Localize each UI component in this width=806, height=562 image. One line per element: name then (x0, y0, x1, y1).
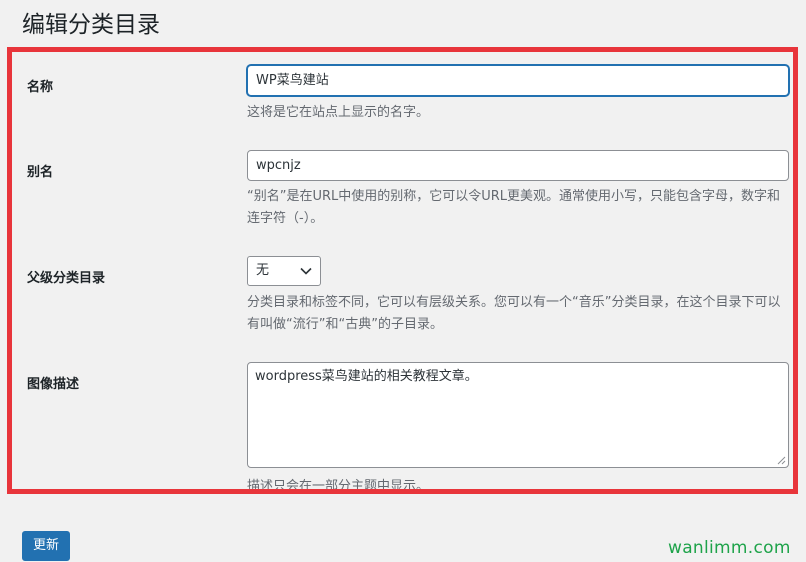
name-field-wrap: WP菜鸟建站 (247, 65, 789, 96)
name-input[interactable]: WP菜鸟建站 (247, 65, 789, 96)
parent-field-wrap: 无 (247, 256, 321, 286)
parent-description: 分类目录和标签不同，它可以有层级关系。您可以有一个“音乐”分类目录，在这个目录下… (247, 295, 781, 332)
slug-description: “别名”是在URL中使用的别称，它可以令URL更美观。通常使用小写，只能包含字母… (247, 189, 781, 226)
highlight-box: 名称 WP菜鸟建站 这将是它在站点上显示的名字。 别名 wpcnjz “别名”是… (7, 47, 798, 494)
name-description: 这将是它在站点上显示的名字。 (247, 105, 430, 120)
description-help: 描述只会在一部分主题中显示。 (247, 479, 430, 494)
resize-grip-icon[interactable] (777, 456, 786, 465)
description-field-wrap: wordpress菜鸟建站的相关教程文章。 (247, 362, 789, 468)
slug-input[interactable]: wpcnjz (247, 150, 789, 181)
parent-label: 父级分类目录 (27, 271, 106, 286)
description-text: wordpress菜鸟建站的相关教程文章。 (255, 369, 478, 384)
chevron-down-icon (300, 267, 312, 275)
description-textarea[interactable]: wordpress菜鸟建站的相关教程文章。 (247, 362, 789, 468)
parent-select-value: 无 (256, 263, 270, 278)
parent-select[interactable]: 无 (247, 256, 321, 286)
name-label: 名称 (27, 80, 54, 95)
slug-label: 别名 (27, 165, 54, 180)
update-button[interactable]: 更新 (22, 531, 70, 561)
watermark: wanlimm.com (668, 538, 791, 558)
description-label: 图像描述 (27, 377, 80, 392)
page-title: 编辑分类目录 (22, 12, 160, 38)
slug-field-wrap: wpcnjz (247, 150, 789, 181)
